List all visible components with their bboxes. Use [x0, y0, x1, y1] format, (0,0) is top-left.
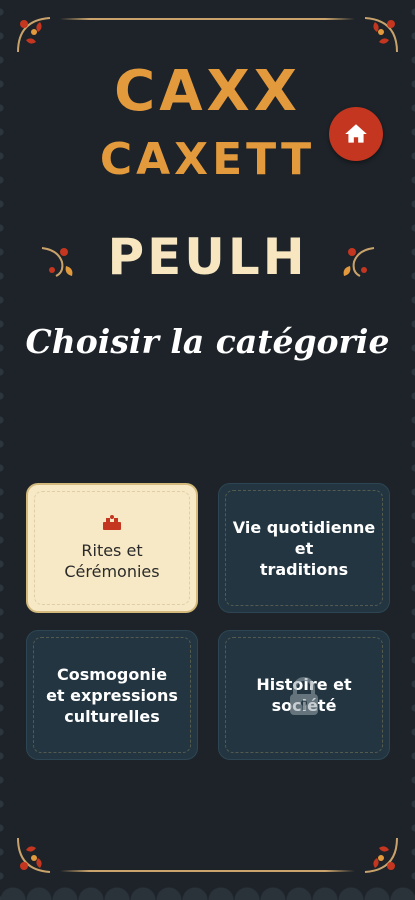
category-label: Cosmogonie et expressions culturelles: [46, 664, 178, 726]
left-border-pattern: [0, 0, 10, 900]
category-card-rites[interactable]: Rites et Cérémonies: [26, 483, 198, 613]
top-decorative-line: [60, 18, 355, 20]
category-card-histoire-locked[interactable]: Histoire et société: [218, 630, 390, 760]
category-card-vie-quotidienne[interactable]: Vie quotidienne et traditions: [218, 483, 390, 613]
category-label: Vie quotidienne et traditions: [232, 517, 376, 579]
home-button[interactable]: [329, 107, 383, 161]
page-title: Choisir la catégorie: [25, 322, 390, 361]
corner-ornament-icon: [364, 17, 398, 53]
corner-ornament-icon: [17, 17, 51, 53]
category-label: Rites et Cérémonies: [64, 541, 160, 581]
corner-ornament-icon: [364, 837, 398, 873]
home-icon: [345, 124, 367, 143]
lock-icon: [290, 677, 318, 715]
bottom-wave-pattern: [0, 874, 415, 900]
flourish-ornament-icon: [343, 247, 375, 277]
category-card-cosmogonie[interactable]: Cosmogonie et expressions culturelles: [26, 630, 198, 760]
ceremony-icon: [103, 515, 121, 530]
corner-ornament-icon: [17, 837, 51, 873]
bottom-decorative-line: [60, 870, 355, 872]
right-border-pattern: [405, 0, 415, 900]
